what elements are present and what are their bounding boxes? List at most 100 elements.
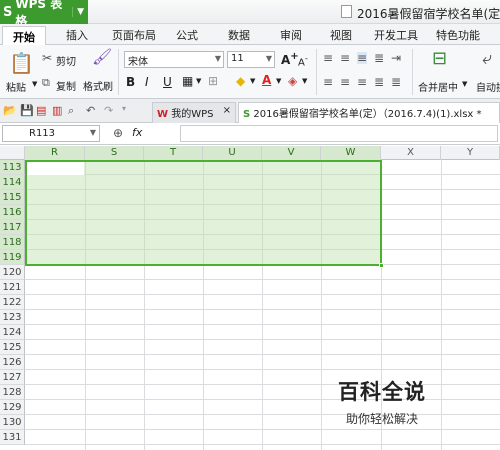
row-header[interactable]: 128 bbox=[0, 385, 25, 400]
row-header[interactable]: 129 bbox=[0, 400, 25, 415]
wrap-text-icon[interactable]: ⤶ bbox=[482, 50, 492, 68]
print-preview-icon[interactable]: ⌕ bbox=[68, 104, 74, 118]
open-folder-icon[interactable]: 📂 bbox=[3, 104, 17, 117]
row-header[interactable]: 115 bbox=[0, 190, 25, 205]
tab-special-features[interactable]: 特色功能 bbox=[436, 27, 480, 43]
grid-line bbox=[25, 384, 500, 385]
cut-button[interactable]: 剪切 bbox=[56, 53, 76, 68]
tab-developer[interactable]: 开发工具 bbox=[374, 27, 418, 43]
tab-page-layout[interactable]: 页面布局 bbox=[112, 27, 156, 43]
align-top-icon[interactable]: ≡ bbox=[323, 52, 333, 64]
row-header[interactable]: 124 bbox=[0, 325, 25, 340]
paste-dropdown-icon[interactable]: ▼ bbox=[32, 80, 37, 88]
tab-current-document[interactable]: S 2016暑假留宿学校名单(定）（2016.7.4)(1).xlsx * bbox=[238, 102, 500, 123]
close-icon[interactable]: × bbox=[223, 105, 231, 116]
column-header-x[interactable]: X bbox=[381, 146, 441, 160]
column-header-v[interactable]: V bbox=[262, 146, 321, 160]
fill-handle[interactable] bbox=[379, 263, 384, 268]
grow-font-button[interactable]: A+ bbox=[281, 51, 299, 67]
chevron-down-icon[interactable]: ▼ bbox=[276, 77, 281, 85]
paste-icon[interactable]: 📋 bbox=[9, 53, 34, 73]
distribute-icon[interactable]: ≣ bbox=[391, 76, 401, 88]
copy-button[interactable]: 复制 bbox=[56, 78, 76, 93]
copy-icon[interactable]: ⧉ bbox=[42, 77, 50, 89]
merge-center-button[interactable]: 合并居中 bbox=[418, 79, 458, 94]
align-left-icon[interactable]: ≡ bbox=[323, 76, 333, 88]
column-header-w[interactable]: W bbox=[321, 146, 381, 160]
row-header[interactable]: 126 bbox=[0, 355, 25, 370]
text-direction-icon[interactable]: ≣ bbox=[374, 52, 384, 64]
column-header-r[interactable]: R bbox=[25, 146, 85, 160]
formula-input[interactable] bbox=[180, 125, 498, 142]
indent-icon[interactable]: ⇥ bbox=[391, 52, 401, 64]
row-header[interactable]: 117 bbox=[0, 220, 25, 235]
fill-color-icon[interactable]: ◆ bbox=[236, 75, 245, 87]
column-header-s[interactable]: S bbox=[85, 146, 144, 160]
format-painter-icon[interactable]: 🖌 bbox=[92, 49, 112, 65]
row-header[interactable]: 125 bbox=[0, 340, 25, 355]
column-header-y[interactable]: Y bbox=[441, 146, 500, 160]
row-header[interactable]: 127 bbox=[0, 370, 25, 385]
paste-button[interactable]: 粘贴 bbox=[6, 79, 26, 94]
chevron-down-icon[interactable]: ▼ bbox=[250, 77, 255, 85]
font-color-icon[interactable]: A bbox=[262, 74, 271, 86]
underline-button[interactable]: U bbox=[163, 75, 172, 89]
row-header[interactable]: 118 bbox=[0, 235, 25, 250]
tab-view[interactable]: 视图 bbox=[330, 27, 352, 43]
tab-my-wps[interactable]: W 我的WPS × bbox=[152, 102, 236, 123]
select-all-corner[interactable] bbox=[0, 146, 25, 160]
font-size-select[interactable]: 11 ▼ bbox=[227, 51, 275, 68]
row-header[interactable]: 113 bbox=[0, 160, 25, 175]
chevron-down-icon[interactable]: ▼ bbox=[196, 77, 201, 85]
merge-center-icon[interactable]: ⊟ bbox=[432, 50, 447, 68]
borders-icon[interactable]: ▦ bbox=[182, 75, 193, 87]
scissors-icon[interactable]: ✂ bbox=[42, 52, 52, 64]
active-cell[interactable] bbox=[27, 162, 84, 175]
tab-data[interactable]: 数据 bbox=[228, 27, 250, 43]
row-header[interactable]: 121 bbox=[0, 280, 25, 295]
italic-button[interactable]: I bbox=[145, 75, 149, 89]
row-header[interactable]: 122 bbox=[0, 295, 25, 310]
align-bottom-icon[interactable]: ≡ bbox=[357, 52, 368, 64]
row-header[interactable]: 120 bbox=[0, 265, 25, 280]
shrink-font-button[interactable]: A- bbox=[298, 53, 308, 68]
align-right-icon[interactable]: ≡ bbox=[357, 76, 367, 88]
bold-button[interactable]: B bbox=[126, 75, 135, 89]
chevron-down-icon[interactable]: ▼ bbox=[462, 80, 467, 88]
app-menu-button[interactable]: S WPS 表格 ▼ bbox=[0, 0, 88, 28]
row-header[interactable]: 131 bbox=[0, 430, 25, 445]
row-header[interactable]: 130 bbox=[0, 415, 25, 430]
tab-formulas[interactable]: 公式 bbox=[176, 27, 198, 43]
justify-icon[interactable]: ≣ bbox=[374, 76, 384, 88]
font-name-select[interactable]: 宋体 ▼ bbox=[124, 51, 224, 68]
chevron-down-icon: ▼ bbox=[214, 54, 221, 63]
column-header-t[interactable]: T bbox=[144, 146, 203, 160]
print-icon[interactable]: ▥ bbox=[52, 104, 62, 117]
tab-review[interactable]: 审阅 bbox=[280, 27, 302, 43]
row-header[interactable]: 114 bbox=[0, 175, 25, 190]
customize-toolbar-icon[interactable]: ▾ bbox=[122, 104, 126, 113]
align-center-icon[interactable]: ≡ bbox=[340, 76, 350, 88]
column-header-u[interactable]: U bbox=[203, 146, 262, 160]
export-pdf-icon[interactable]: ▤ bbox=[36, 104, 46, 117]
redo-icon[interactable]: ↷ bbox=[104, 104, 113, 117]
row-header[interactable]: 123 bbox=[0, 310, 25, 325]
row-header[interactable]: 116 bbox=[0, 205, 25, 220]
name-box[interactable]: R113 ▼ bbox=[2, 125, 100, 142]
tab-home[interactable]: 开始 bbox=[2, 26, 46, 45]
row-header[interactable]: 119 bbox=[0, 250, 25, 265]
tab-insert[interactable]: 插入 bbox=[66, 27, 88, 43]
save-icon[interactable]: 💾 bbox=[20, 104, 34, 117]
zoom-icon[interactable]: ⊕ bbox=[113, 126, 123, 140]
insert-function-button[interactable]: fx bbox=[132, 126, 142, 139]
chevron-down-icon[interactable]: ▼ bbox=[90, 128, 96, 137]
align-middle-icon[interactable]: ≡ bbox=[340, 52, 350, 64]
wrap-text-button[interactable]: 自动换 bbox=[476, 79, 500, 94]
chevron-down-icon[interactable]: ▼ bbox=[302, 77, 307, 85]
chevron-down-icon[interactable]: ▼ bbox=[72, 7, 84, 17]
cell-selection-range[interactable] bbox=[25, 160, 382, 266]
undo-icon[interactable]: ↶ bbox=[86, 104, 95, 117]
merge-cells-icon[interactable]: ⊞ bbox=[208, 75, 218, 87]
format-painter-button[interactable]: 格式刷 bbox=[83, 78, 113, 93]
clear-format-icon[interactable]: ◈ bbox=[288, 75, 297, 87]
